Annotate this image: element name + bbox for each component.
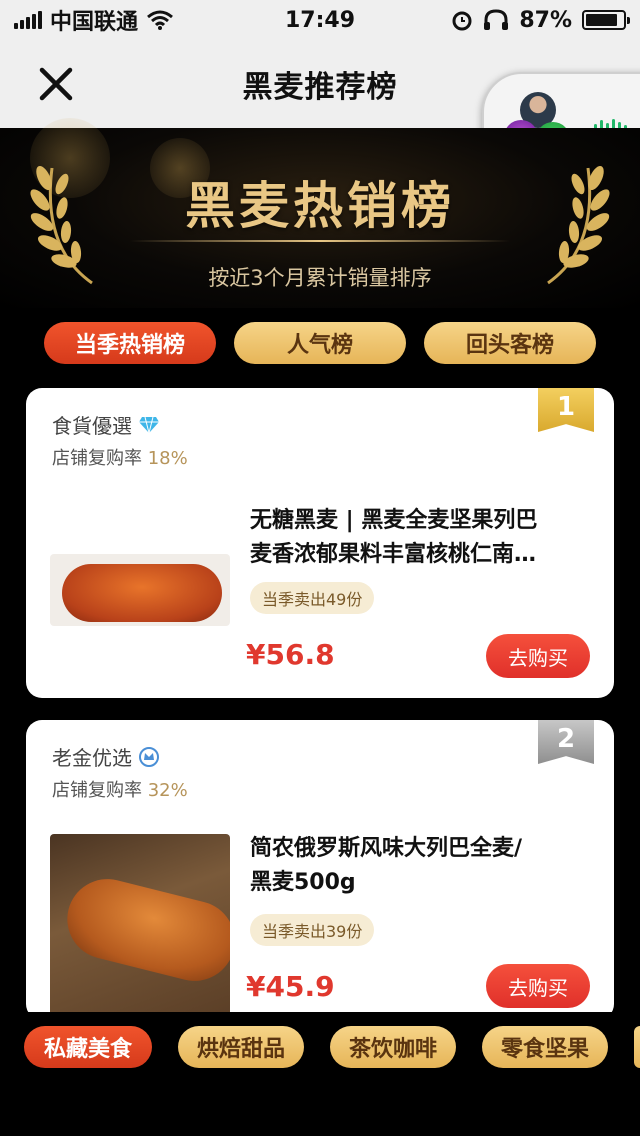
close-icon[interactable] xyxy=(34,62,78,106)
headphones-icon xyxy=(484,9,509,30)
hero-subtitle: 按近3个月累计销量排序 xyxy=(208,266,432,290)
product-title[interactable]: 无糖黑麦 | 黑麦全麦坚果列巴 麦香浓郁果料丰富核桃仁南… xyxy=(250,504,598,572)
repurchase-label: 店铺复购率 xyxy=(52,448,142,469)
status-left: 中国联通 xyxy=(14,4,244,36)
product-image[interactable] xyxy=(50,554,230,626)
hero-divider xyxy=(130,240,510,242)
category-bar: 私藏美食 烘焙甜品 茶饮咖啡 零食坚果 xyxy=(0,1012,640,1082)
signal-icon xyxy=(14,11,42,29)
diamond-icon xyxy=(139,416,159,433)
product-title-line: 简农俄罗斯风味大列巴全麦/ xyxy=(250,836,523,861)
repurchase-label: 店铺复购率 xyxy=(52,780,142,801)
product-title-line: 黑麦500g xyxy=(250,870,356,895)
battery-percent: 87% xyxy=(519,7,572,33)
product-card[interactable]: 老金优选 店铺复购率 32% 2 简农俄罗斯风味大列巴全麦/ 黑麦500g 当季… xyxy=(26,720,614,1020)
crown-icon xyxy=(139,746,159,767)
bread-shape xyxy=(62,564,222,622)
tab-popularity[interactable]: 人气榜 xyxy=(234,322,406,364)
repurchase-value: 18% xyxy=(147,448,188,469)
product-price: ¥56.8 xyxy=(246,638,335,671)
category-bakery[interactable]: 烘焙甜品 xyxy=(178,1026,304,1068)
tab-returning-customers[interactable]: 回头客榜 xyxy=(424,322,596,364)
rank-badge: 2 xyxy=(538,720,594,764)
sold-count-badge: 当季卖出49份 xyxy=(250,582,375,614)
ranking-tabs: 当季热销榜 人气榜 回头客榜 xyxy=(0,322,640,366)
hero-title: 黑麦热销榜 xyxy=(185,177,455,235)
status-right: 87% xyxy=(396,7,630,33)
sold-count-badge: 当季卖出39份 xyxy=(250,914,375,946)
category-private-food[interactable]: 私藏美食 xyxy=(24,1026,152,1068)
product-title[interactable]: 简农俄罗斯风味大列巴全麦/ 黑麦500g xyxy=(250,832,598,900)
repurchase-rate: 店铺复购率 32% xyxy=(52,776,188,802)
category-more-partial[interactable] xyxy=(634,1026,640,1068)
product-title-line: 麦香浓郁果料丰富核桃仁南… xyxy=(250,542,537,567)
product-title-line: 无糖黑麦 | 黑麦全麦坚果列巴 xyxy=(250,508,538,533)
buy-button[interactable]: 去购买 xyxy=(486,964,590,1008)
shop-name[interactable]: 老金优选 xyxy=(52,742,160,771)
status-time: 17:49 xyxy=(284,7,356,33)
product-card[interactable]: 食貨優選 店铺复购率 18% 1 无糖黑麦 | 黑麦全麦坚果列巴 麦香浓郁果料丰… xyxy=(26,388,614,698)
shop-name-label: 老金优选 xyxy=(52,746,132,770)
shop-name[interactable]: 食貨優選 xyxy=(52,410,160,439)
bread-shape xyxy=(58,870,230,990)
tab-seasonal-hot[interactable]: 当季热销榜 xyxy=(44,322,216,364)
status-bar: 中国联通 17:49 87% xyxy=(0,0,640,40)
repurchase-value: 32% xyxy=(147,780,188,801)
product-price: ¥45.9 xyxy=(246,970,335,1003)
repurchase-rate: 店铺复购率 18% xyxy=(52,444,188,470)
wifi-icon xyxy=(147,10,173,30)
bottom-area xyxy=(0,1082,640,1136)
page-title: 黑麦推荐榜 xyxy=(242,70,398,105)
battery-icon xyxy=(582,10,630,30)
category-tea-coffee[interactable]: 茶饮咖啡 xyxy=(330,1026,456,1068)
shop-name-label: 食貨優選 xyxy=(52,414,132,438)
product-image[interactable] xyxy=(50,834,230,1020)
rank-badge: 1 xyxy=(538,388,594,432)
carrier-label: 中国联通 xyxy=(50,10,139,35)
category-snacks-nuts[interactable]: 零食坚果 xyxy=(482,1026,608,1068)
battery-fill xyxy=(586,14,618,26)
hero-banner: 黑麦热销榜 按近3个月累计销量排序 xyxy=(0,118,640,308)
buy-button[interactable]: 去购买 xyxy=(486,634,590,678)
alarm-icon xyxy=(452,11,472,31)
